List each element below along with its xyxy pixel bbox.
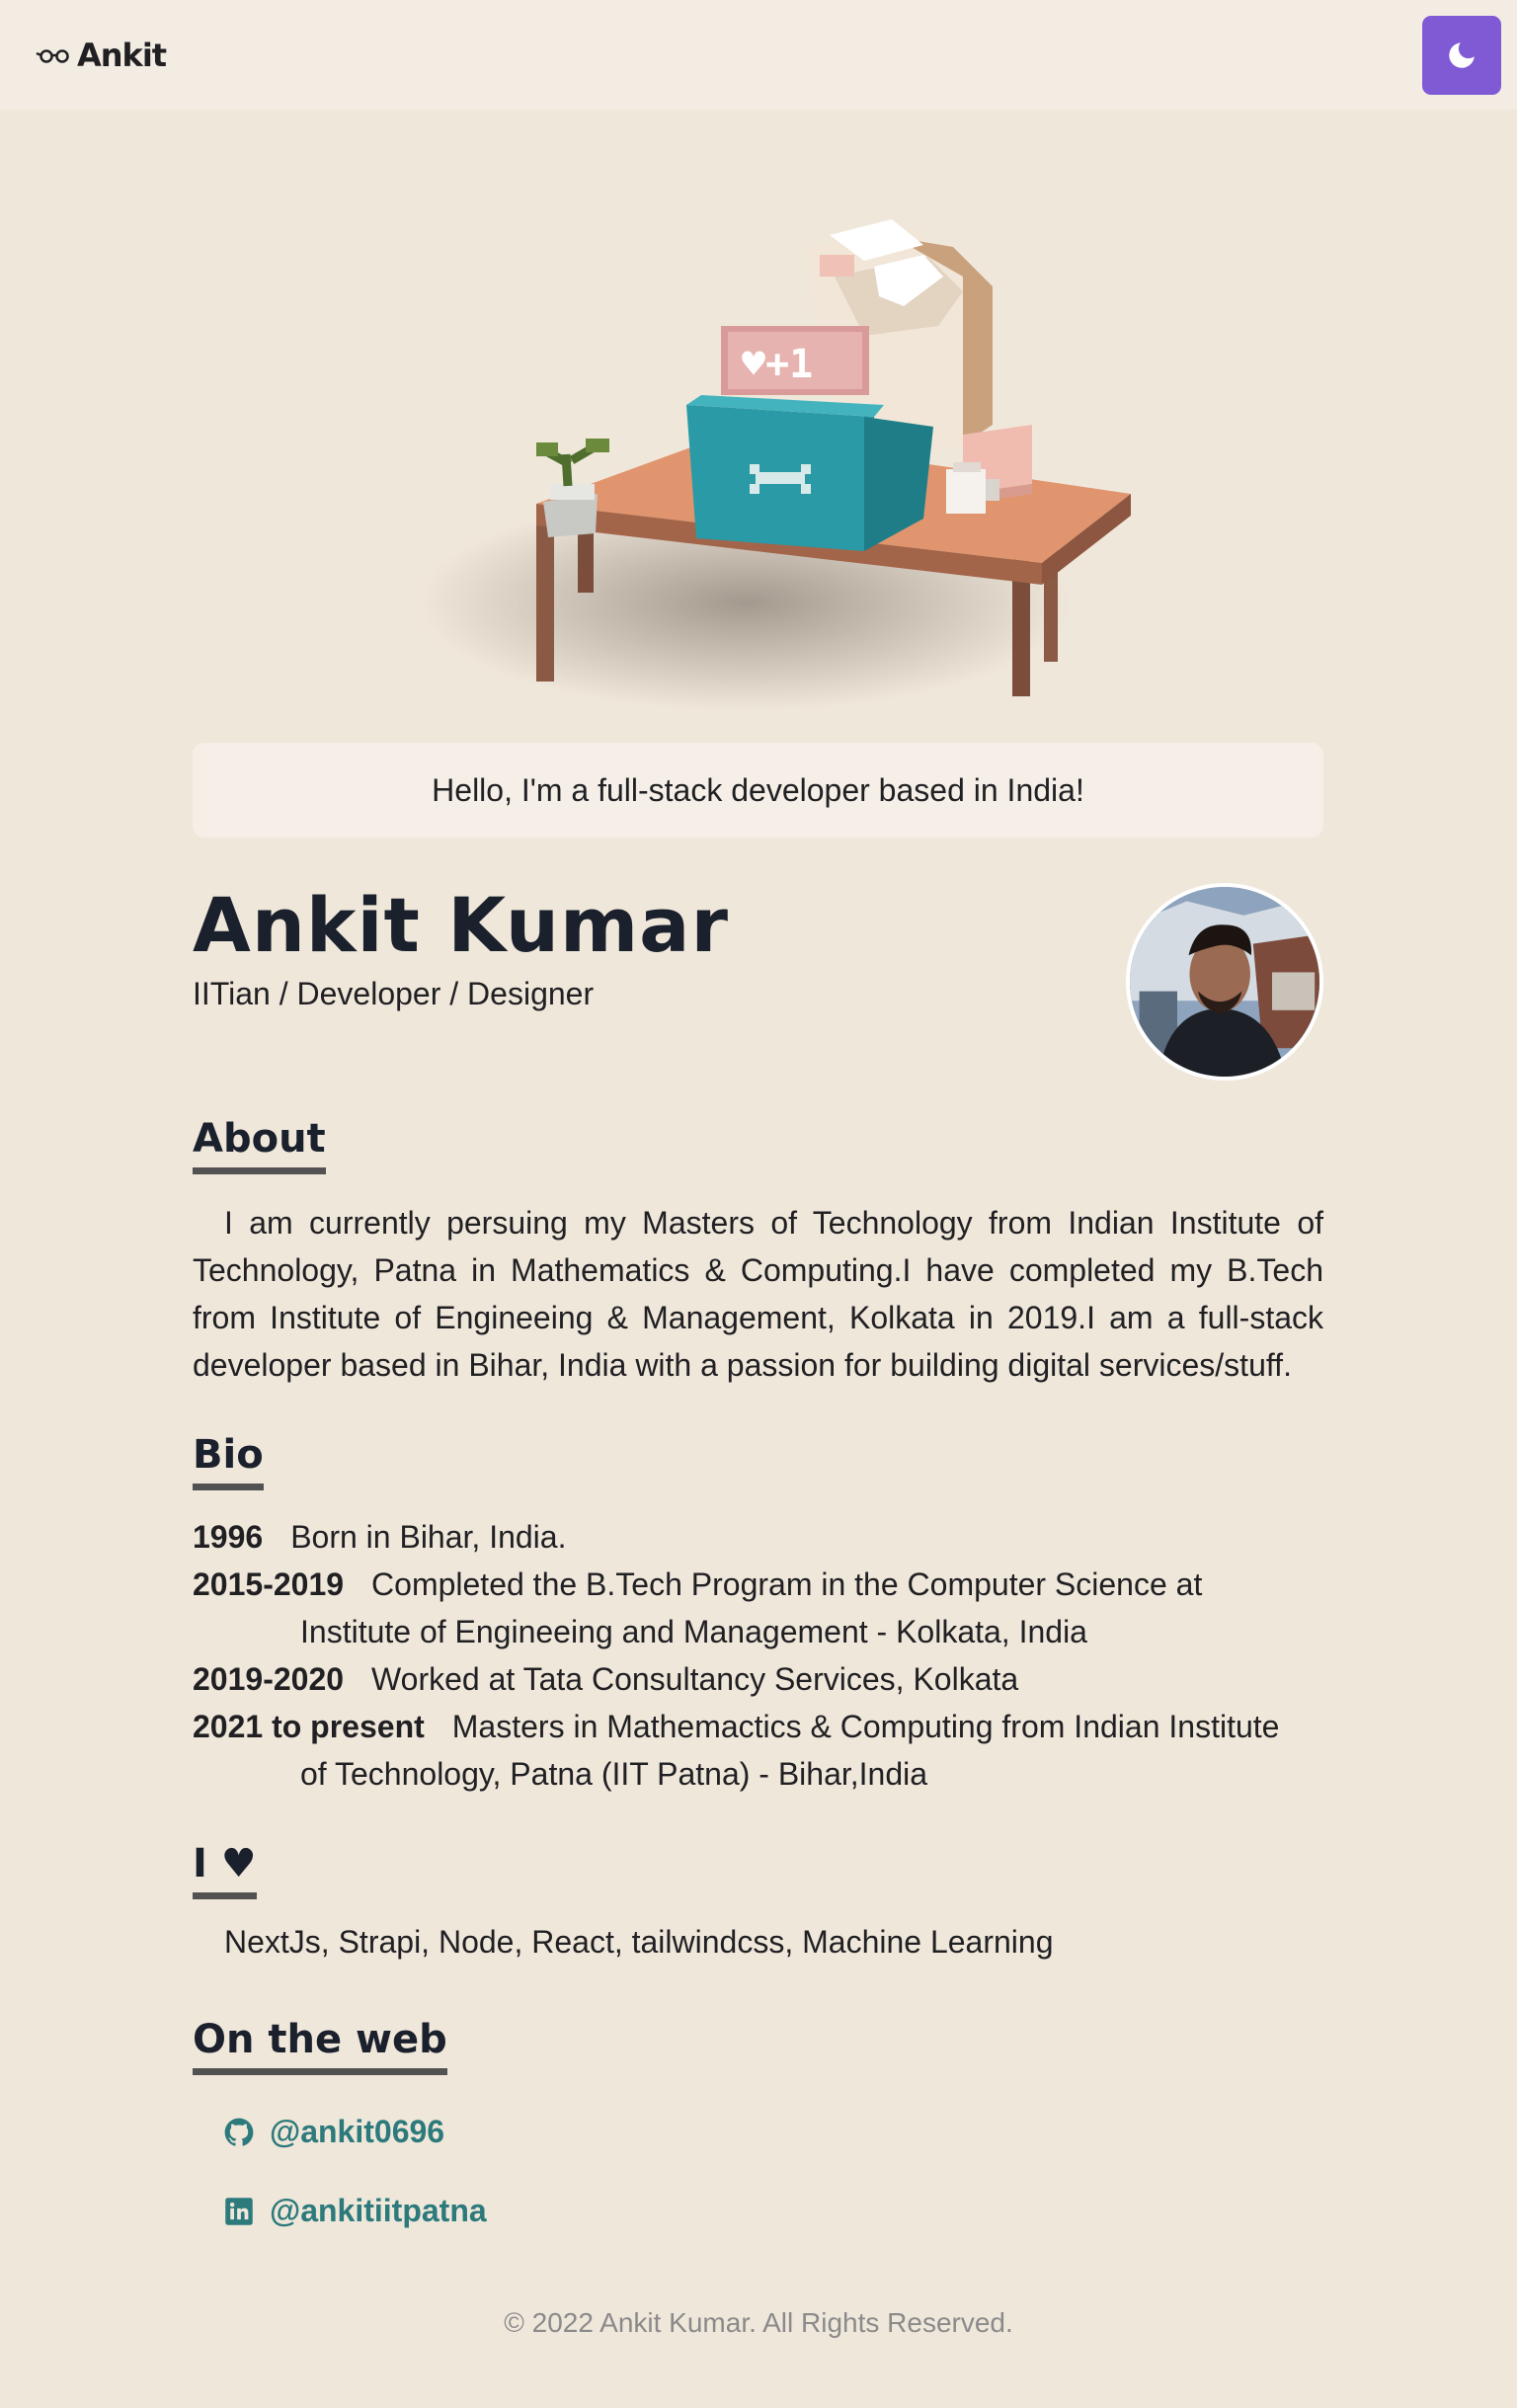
bio-row: 1996 Born in Bihar, India. bbox=[193, 1513, 1323, 1561]
moon-icon bbox=[1449, 42, 1475, 68]
bio-year: 1996 bbox=[193, 1519, 264, 1555]
bio-year: 2019-2020 bbox=[193, 1661, 345, 1697]
on-the-web-heading: On the web bbox=[193, 2017, 447, 2075]
bio-year: 2015-2019 bbox=[193, 1566, 345, 1602]
logo-link[interactable]: Ankit bbox=[36, 34, 167, 77]
voxel-dog-desk-illustration: ♥+1 bbox=[420, 219, 1131, 711]
linkedin-handle: @ankitiitpatna bbox=[270, 2193, 487, 2228]
github-icon bbox=[224, 2118, 254, 2146]
page-title: Ankit Kumar bbox=[193, 881, 729, 969]
bio-text: Worked at Tata Consultancy Services, Kol… bbox=[371, 1661, 1019, 1697]
bio-text-continued: Institute of Engineeing and Management -… bbox=[300, 1614, 1087, 1649]
bio-year: 2021 to present bbox=[193, 1709, 425, 1744]
bio-row: 2019-2020 Worked at Tata Consultancy Serv… bbox=[193, 1655, 1323, 1703]
bio-text: Born in Bihar, India. bbox=[290, 1519, 567, 1555]
logo-text: Ankit bbox=[77, 37, 167, 74]
love-heading: I ♥ bbox=[193, 1841, 257, 1899]
navbar: Ankit bbox=[0, 0, 1517, 110]
footer-copyright: © 2022 Ankit Kumar. All Rights Reserved. bbox=[504, 2307, 1013, 2338]
github-handle: @ankit0696 bbox=[270, 2114, 445, 2149]
about-paragraph: I am currently persuing my Masters of Te… bbox=[193, 1205, 1323, 1383]
bio-text: Masters in Mathemactics & Computing from… bbox=[451, 1709, 1280, 1744]
avatar bbox=[1126, 883, 1323, 1081]
linkedin-link[interactable]: @ankitiitpatna bbox=[224, 2193, 487, 2229]
glasses-icon bbox=[36, 49, 69, 63]
bio-text-continued: of Technology, Patna (IIT Patna) - Bihar… bbox=[300, 1756, 928, 1792]
love-list: NextJs, Strapi, Node, React, tailwindcss… bbox=[224, 1924, 1054, 1960]
linkedin-icon bbox=[225, 2197, 253, 2225]
tagline: IITian / Developer / Designer bbox=[193, 976, 595, 1011]
github-link[interactable]: @ankit0696 bbox=[224, 2114, 444, 2150]
bio-text: Completed the B.Tech Program in the Comp… bbox=[371, 1566, 1203, 1602]
bio-row: 2021 to present Masters in Mathemactics &… bbox=[193, 1703, 1323, 1750]
greeting-banner: Hello, I'm a full-stack developer based … bbox=[193, 743, 1323, 838]
about-heading: About bbox=[193, 1116, 326, 1174]
theme-toggle-button[interactable] bbox=[1422, 16, 1501, 95]
svg-text:♥+1: ♥+1 bbox=[742, 342, 813, 387]
bio-row: 2015-2019 Completed the B.Tech Program in… bbox=[193, 1561, 1323, 1608]
bio-heading: Bio bbox=[193, 1432, 264, 1490]
profile-photo bbox=[1130, 887, 1319, 1077]
